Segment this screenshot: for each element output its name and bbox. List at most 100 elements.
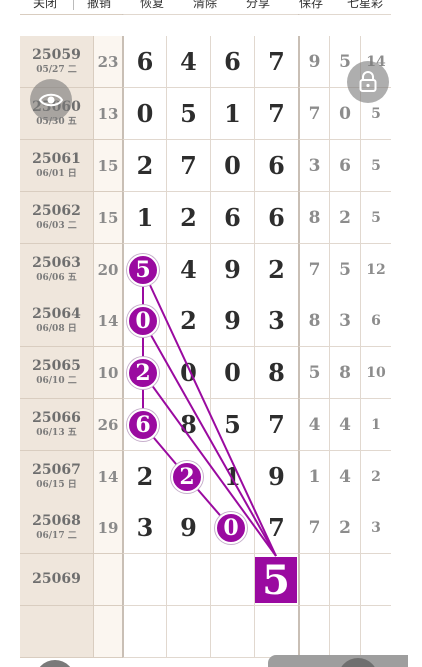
stat-cell: 3 bbox=[298, 140, 329, 192]
digit-cell[interactable]: 0 bbox=[122, 88, 166, 140]
bottom-panel[interactable] bbox=[268, 655, 408, 667]
digit-cell[interactable]: 1 bbox=[210, 88, 254, 140]
issue-date: 06/13 五 bbox=[36, 428, 77, 438]
highlight-ball[interactable]: 0 bbox=[127, 305, 159, 337]
stat-cell: 9 bbox=[298, 36, 329, 88]
digit-cell[interactable]: 4 bbox=[166, 36, 210, 88]
lock-toggle-button[interactable] bbox=[347, 61, 389, 103]
undo-button[interactable]: 撤销 bbox=[87, 0, 111, 10]
sum-cell: 10 bbox=[93, 347, 122, 399]
stat-cell: 3 bbox=[329, 295, 360, 347]
save-button[interactable]: 保存 bbox=[299, 0, 323, 10]
digit-cell[interactable]: 7 bbox=[254, 36, 298, 88]
issue-cell: 25064 06/08 日 bbox=[20, 295, 93, 347]
close-button[interactable]: 关闭 bbox=[33, 0, 57, 10]
digit-cell[interactable]: 1 bbox=[122, 192, 166, 244]
lock-icon bbox=[359, 71, 377, 92]
stat-cell: 5 bbox=[298, 347, 329, 399]
digit-cell[interactable]: 5 bbox=[166, 88, 210, 140]
digit-cell[interactable] bbox=[122, 554, 166, 606]
stat-cell: 7 bbox=[298, 88, 329, 140]
digit-cell[interactable]: 2 bbox=[122, 451, 166, 503]
digit-cell[interactable]: 8 bbox=[166, 399, 210, 451]
stat-cell bbox=[360, 554, 391, 606]
clear-button[interactable]: 清除 bbox=[193, 0, 217, 10]
right-edge-strip bbox=[391, 0, 422, 667]
lottery-type-button[interactable]: 七星彩 bbox=[347, 0, 383, 10]
digit-cell[interactable]: 4 bbox=[166, 244, 210, 296]
issue-number: 25061 bbox=[32, 151, 81, 167]
digit-cell[interactable]: 6 bbox=[210, 36, 254, 88]
issue-number: 25068 bbox=[32, 513, 81, 529]
digit-cell[interactable] bbox=[210, 606, 254, 658]
issue-number: 25059 bbox=[32, 47, 81, 63]
eye-icon bbox=[39, 93, 63, 107]
eye-toggle-button[interactable] bbox=[30, 79, 72, 121]
sum-cell: 15 bbox=[93, 140, 122, 192]
highlight-ball[interactable]: 6 bbox=[127, 409, 159, 441]
issue-cell: 25062 06/03 二 bbox=[20, 192, 93, 244]
digit-cell[interactable]: 9 bbox=[210, 244, 254, 296]
sum-cell bbox=[93, 554, 122, 606]
digit-cell[interactable]: 7 bbox=[254, 502, 298, 554]
digit-cell[interactable]: 7 bbox=[254, 88, 298, 140]
highlight-ball[interactable]: 2 bbox=[171, 461, 203, 493]
stat-cell: 6 bbox=[360, 295, 391, 347]
stat-cell: 10 bbox=[360, 347, 391, 399]
stat-cell bbox=[360, 606, 391, 658]
highlight-ball[interactable]: 5 bbox=[127, 254, 159, 286]
digit-cell[interactable]: 3 bbox=[122, 502, 166, 554]
issue-cell: 25065 06/10 二 bbox=[20, 347, 93, 399]
digit-cell[interactable] bbox=[166, 606, 210, 658]
digit-cell[interactable]: 9 bbox=[210, 295, 254, 347]
digit-cell[interactable]: 2 bbox=[254, 244, 298, 296]
issue-number: 25063 bbox=[32, 255, 81, 271]
trend-grid[interactable]: 05/25 日15665012505905/27 二23646795142506… bbox=[20, 0, 391, 667]
stat-cell: 1 bbox=[360, 399, 391, 451]
digit-cell[interactable]: 2 bbox=[122, 140, 166, 192]
digit-cell[interactable] bbox=[166, 554, 210, 606]
issue-number: 25069 bbox=[32, 571, 81, 587]
issue-date: 06/10 二 bbox=[36, 376, 77, 386]
stat-cell bbox=[298, 606, 329, 658]
digit-cell[interactable]: 2 bbox=[166, 295, 210, 347]
stat-cell: 7 bbox=[298, 502, 329, 554]
digit-cell[interactable]: 2 bbox=[166, 192, 210, 244]
issue-cell: 25061 06/01 日 bbox=[20, 140, 93, 192]
stat-cell: 8 bbox=[329, 347, 360, 399]
share-button[interactable]: 分享 bbox=[246, 0, 270, 10]
digit-cell[interactable]: 3 bbox=[254, 295, 298, 347]
digit-cell[interactable]: 7 bbox=[254, 399, 298, 451]
stat-cell: 4 bbox=[298, 399, 329, 451]
digit-cell[interactable]: 0 bbox=[166, 347, 210, 399]
digit-cell[interactable]: 6 bbox=[122, 36, 166, 88]
digit-cell[interactable]: 6 bbox=[210, 192, 254, 244]
highlight-ball[interactable]: 0 bbox=[215, 512, 247, 544]
digit-cell[interactable] bbox=[210, 554, 254, 606]
sum-cell: 26 bbox=[93, 399, 122, 451]
predicted-number[interactable]: 5 bbox=[255, 557, 297, 604]
issue-date: 06/08 日 bbox=[36, 324, 77, 334]
digit-cell[interactable]: 0 bbox=[210, 347, 254, 399]
issue-date: 05/27 二 bbox=[36, 65, 77, 75]
digit-cell[interactable]: 0 bbox=[210, 140, 254, 192]
stat-cell: 5 bbox=[360, 192, 391, 244]
stat-cell: 5 bbox=[360, 140, 391, 192]
digit-cell[interactable]: 8 bbox=[254, 347, 298, 399]
digit-cell[interactable]: 5 bbox=[210, 399, 254, 451]
issue-cell bbox=[20, 606, 93, 658]
stat-cell bbox=[329, 606, 360, 658]
digit-cell[interactable] bbox=[122, 606, 166, 658]
digit-cell[interactable]: 6 bbox=[254, 192, 298, 244]
redo-button[interactable]: 恢复 bbox=[140, 0, 164, 10]
stat-cell: 2 bbox=[329, 502, 360, 554]
sum-cell: 14 bbox=[93, 451, 122, 503]
digit-cell[interactable]: 1 bbox=[210, 451, 254, 503]
digit-cell[interactable]: 9 bbox=[166, 502, 210, 554]
digit-cell[interactable]: 9 bbox=[254, 451, 298, 503]
highlight-ball[interactable]: 2 bbox=[127, 357, 159, 389]
digit-cell[interactable]: 6 bbox=[254, 140, 298, 192]
digit-cell[interactable]: 7 bbox=[166, 140, 210, 192]
sum-cell: 20 bbox=[93, 244, 122, 296]
digit-cell[interactable] bbox=[254, 606, 298, 658]
